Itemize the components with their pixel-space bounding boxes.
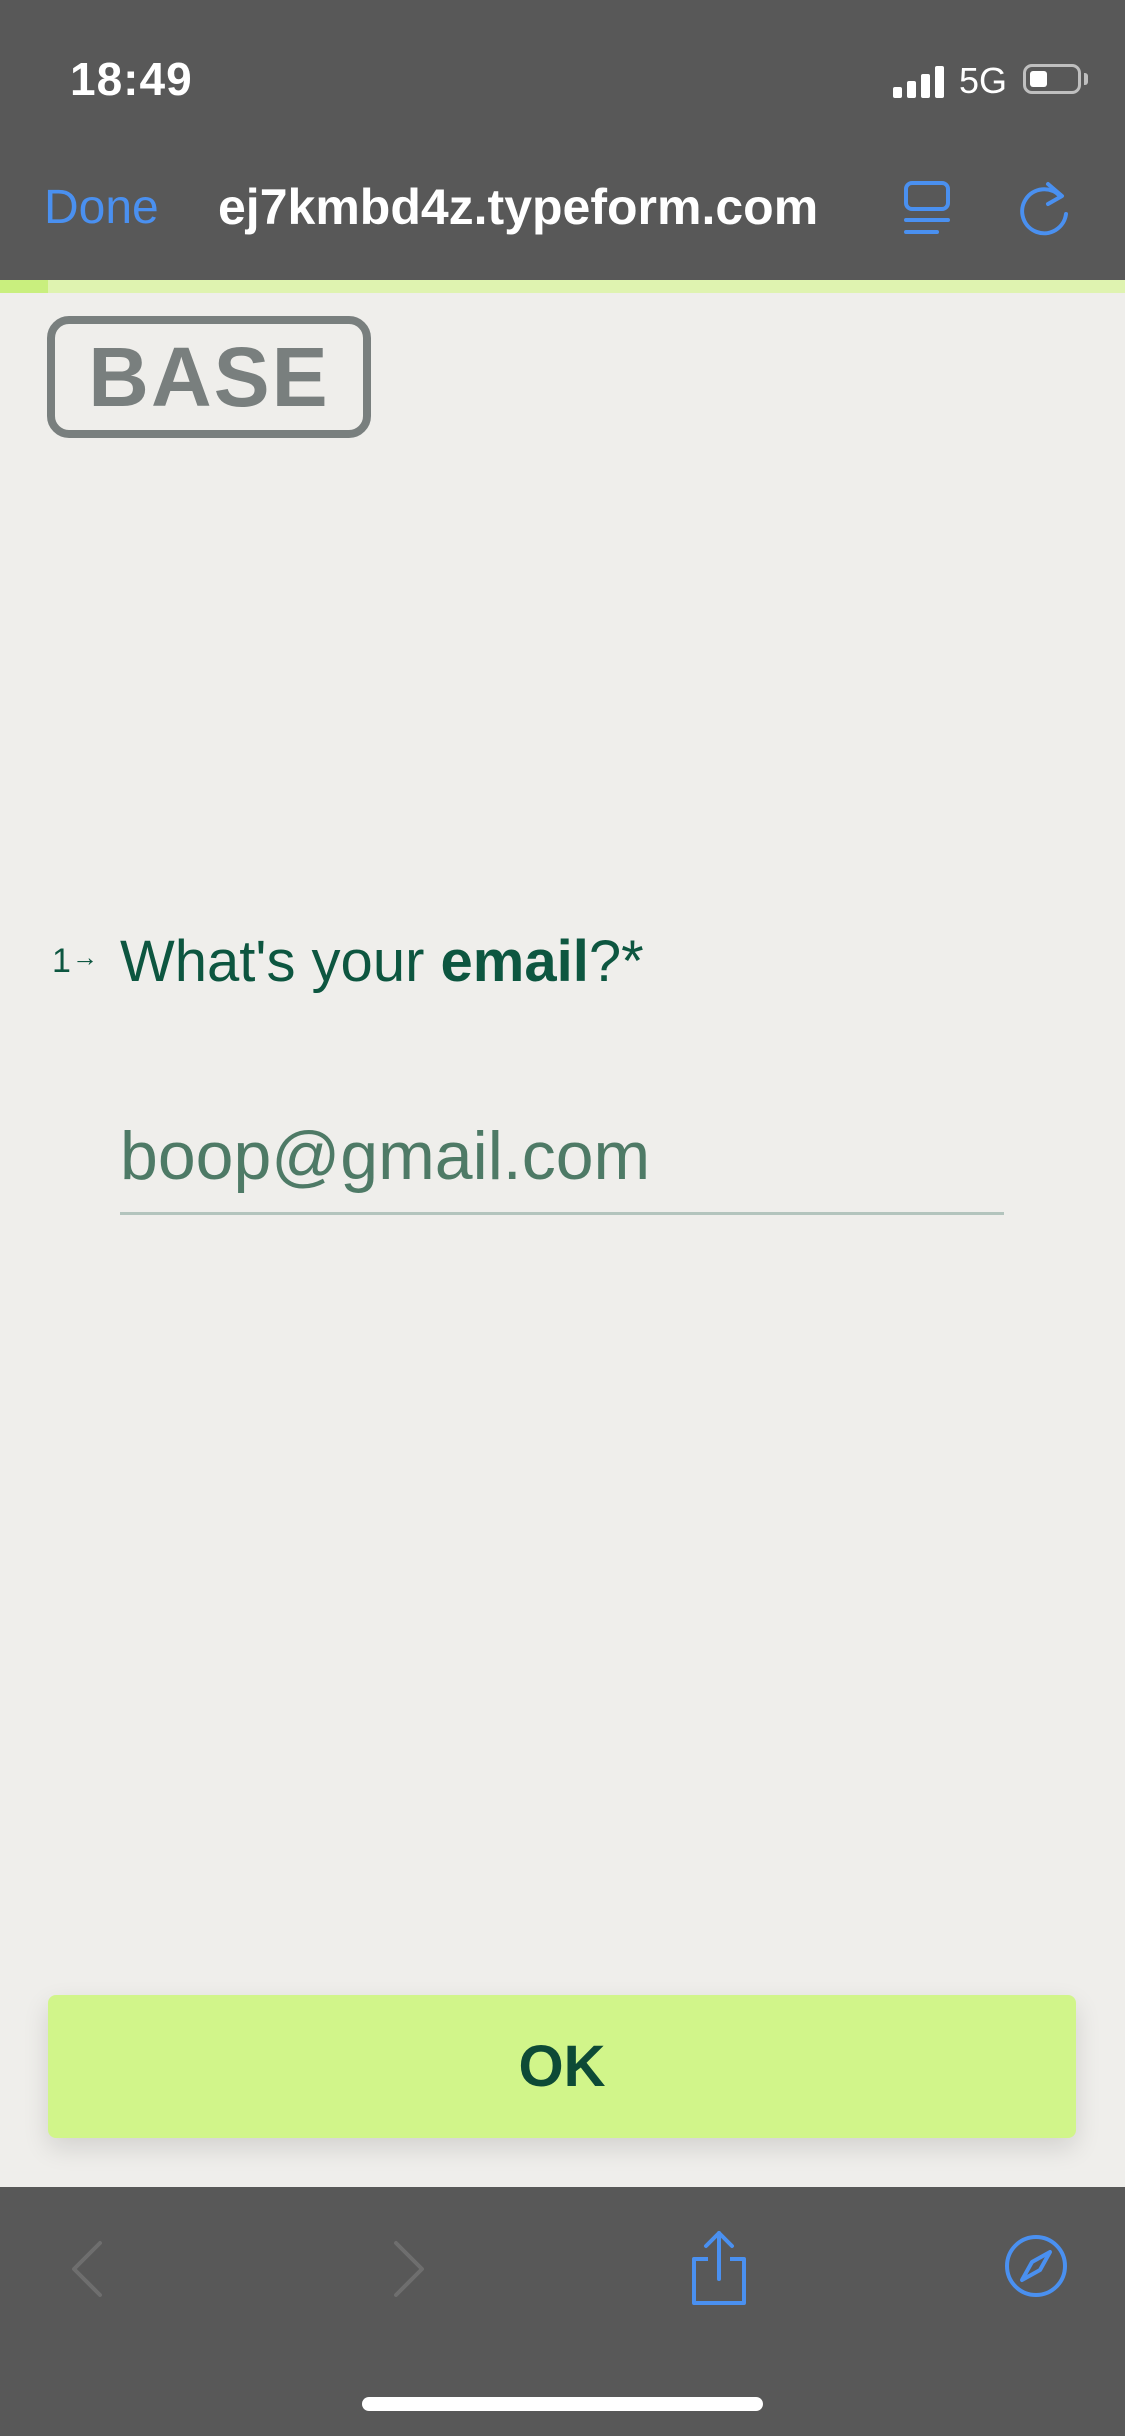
url-field[interactable]: ej7kmbd4z.typeform.com [218,178,818,236]
share-icon[interactable] [688,2229,750,2312]
cellular-signal-icon [893,64,945,98]
question-bold: email [440,929,589,994]
email-input[interactable] [120,1100,1004,1215]
browser-nav-bar: Done ej7kmbd4z.typeform.com [0,150,1125,280]
progress-fill [0,280,48,293]
question-text: What's your email?* [120,928,644,995]
back-icon[interactable] [68,2239,108,2304]
question-prefix: What's your [120,929,441,994]
battery-cap [1084,73,1088,85]
question-number: 1 [52,942,71,980]
arrow-right-icon: → [72,942,98,972]
done-button[interactable]: Done [44,180,159,235]
status-time: 18:49 [70,53,193,105]
question-suffix: ?* [588,929,644,994]
svg-text:BASE: BASE [88,330,329,424]
progress-track [0,280,1125,293]
battery-icon [1023,64,1081,94]
ok-button[interactable]: OK [48,1995,1076,2138]
reload-icon[interactable] [1018,178,1074,243]
reader-mode-icon[interactable] [903,180,953,243]
compass-icon[interactable] [1003,2233,1069,2304]
base-logo: BASE [47,316,371,443]
network-type: 5G [959,60,1008,101]
status-bar: 18:49 5G [0,0,1125,150]
home-indicator[interactable] [362,2397,763,2411]
forward-icon[interactable] [388,2239,428,2304]
